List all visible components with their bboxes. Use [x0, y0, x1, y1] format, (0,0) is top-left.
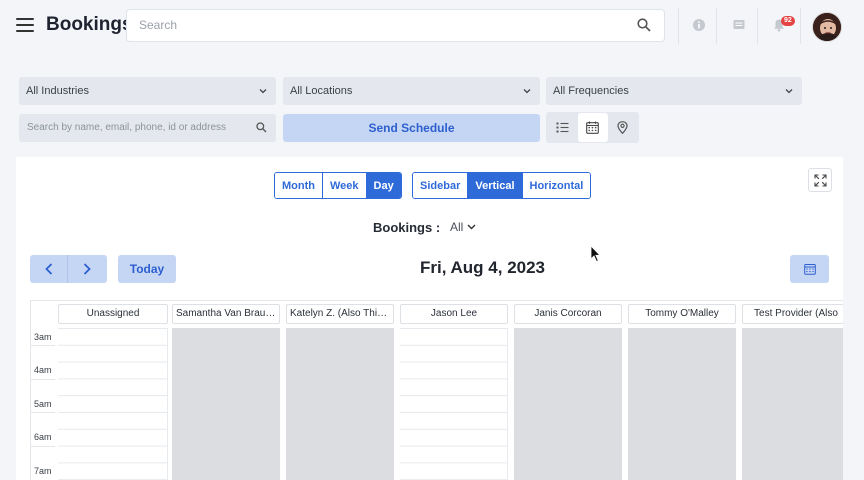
tab-vertical[interactable]: Vertical — [468, 173, 523, 198]
industry-select-value: All Industries — [26, 85, 89, 97]
frequency-select-value: All Frequencies — [553, 85, 629, 97]
hour-label: 7am — [34, 466, 52, 476]
list-view-button[interactable] — [548, 113, 578, 142]
bookings-filter-dropdown[interactable]: All — [450, 220, 476, 234]
date-picker-button[interactable] — [790, 255, 829, 283]
notification-badge: 92 — [781, 16, 795, 26]
location-select-value: All Locations — [290, 85, 353, 97]
calendar-panel: Month Week Day Sidebar Vertical Horizont… — [16, 157, 843, 480]
user-photo-icon — [813, 13, 841, 41]
provider-column: Samantha Van Braun ... — [172, 301, 280, 480]
calendar-view-button[interactable] — [578, 113, 608, 142]
page-title: Bookings — [46, 14, 133, 35]
fullscreen-button[interactable] — [808, 168, 832, 192]
schedule-slots-unavailable — [742, 328, 843, 480]
day-schedule-grid: 3am 4am 5am 6am 7am Unassigned Samantha … — [30, 300, 843, 480]
provider-column: Test Provider (Also — [742, 301, 843, 480]
provider-column: Katelyn Z. (Also This ... — [286, 301, 394, 480]
hour-label: 6am — [34, 432, 52, 442]
global-search-input[interactable] — [139, 18, 619, 32]
message-icon[interactable] — [732, 18, 746, 32]
chevron-down-icon — [259, 89, 267, 94]
chevron-down-icon — [785, 89, 793, 94]
range-switcher: Month Week Day — [274, 172, 402, 199]
schedule-slots-unavailable — [172, 328, 280, 480]
booking-search[interactable] — [19, 114, 276, 142]
header-divider — [800, 8, 801, 44]
provider-column-header[interactable]: Tommy O'Malley — [628, 304, 736, 324]
provider-column-header[interactable]: Katelyn Z. (Also This ... — [286, 304, 394, 324]
chevron-down-icon — [523, 89, 531, 94]
hour-divider — [31, 379, 55, 380]
tab-horizontal[interactable]: Horizontal — [522, 173, 591, 198]
view-toggle — [546, 112, 639, 143]
next-day-button[interactable] — [68, 255, 106, 283]
hour-label: 5am — [34, 399, 52, 409]
chevron-down-icon — [467, 224, 476, 230]
hamburger-menu-icon[interactable] — [16, 18, 34, 32]
provider-column: Janis Corcoran — [514, 301, 622, 480]
current-date-title: Fri, Aug 4, 2023 — [419, 258, 546, 277]
today-button[interactable]: Today — [118, 255, 176, 283]
calendar-icon — [586, 121, 599, 134]
hour-divider — [31, 345, 55, 346]
search-icon[interactable] — [256, 122, 267, 133]
tab-day[interactable]: Day — [366, 173, 401, 198]
date-navigation — [30, 255, 107, 283]
layout-switcher: Sidebar Vertical Horizontal — [412, 172, 592, 199]
header-divider — [716, 8, 717, 44]
tab-sidebar[interactable]: Sidebar — [413, 173, 469, 198]
schedule-slots-open[interactable] — [58, 328, 168, 480]
hour-label: 4am — [34, 365, 52, 375]
provider-column: Tommy O'Malley — [628, 301, 736, 480]
hour-label: 3am — [34, 332, 52, 342]
provider-column-header[interactable]: Jason Lee — [400, 304, 508, 324]
avatar[interactable] — [812, 12, 842, 42]
schedule-slots-unavailable — [514, 328, 622, 480]
location-select[interactable]: All Locations — [283, 77, 540, 105]
provider-column-header[interactable]: Janis Corcoran — [514, 304, 622, 324]
schedule-slots-unavailable — [286, 328, 394, 480]
tab-week[interactable]: Week — [322, 173, 367, 198]
provider-column-header[interactable]: Samantha Van Braun ... — [172, 304, 280, 324]
header-divider — [757, 8, 758, 44]
mouse-pointer-icon — [590, 245, 601, 263]
previous-day-button[interactable] — [30, 255, 68, 283]
header-divider — [678, 8, 679, 44]
time-gutter: 3am 4am 5am 6am 7am — [31, 301, 55, 480]
hour-divider — [31, 412, 55, 413]
top-bar: Bookings 92 — [0, 0, 864, 52]
tab-month[interactable]: Month — [275, 173, 323, 198]
info-icon[interactable] — [692, 18, 706, 32]
schedule-slots-unavailable — [628, 328, 736, 480]
chevron-right-icon — [83, 263, 91, 275]
bookings-filter-label: Bookings : — [373, 220, 441, 235]
send-schedule-button[interactable]: Send Schedule — [283, 114, 540, 142]
provider-column-header[interactable]: Test Provider (Also — [742, 304, 843, 324]
provider-column-header[interactable]: Unassigned — [58, 304, 168, 324]
calendar-icon — [804, 264, 816, 275]
expand-icon — [814, 174, 827, 187]
map-pin-icon — [617, 121, 628, 134]
provider-column-unassigned: Unassigned — [58, 301, 168, 480]
chevron-left-icon — [45, 263, 53, 275]
global-search[interactable] — [126, 9, 665, 42]
frequency-select[interactable]: All Frequencies — [546, 77, 802, 105]
bookings-filter-value: All — [450, 220, 464, 234]
search-icon[interactable] — [637, 18, 651, 32]
hour-divider — [31, 446, 55, 447]
provider-column: Jason Lee — [400, 301, 508, 480]
list-icon — [556, 122, 569, 133]
schedule-slots-open[interactable] — [400, 328, 508, 480]
map-view-button[interactable] — [608, 113, 638, 142]
industry-select[interactable]: All Industries — [19, 77, 276, 105]
booking-search-input[interactable] — [27, 122, 247, 133]
